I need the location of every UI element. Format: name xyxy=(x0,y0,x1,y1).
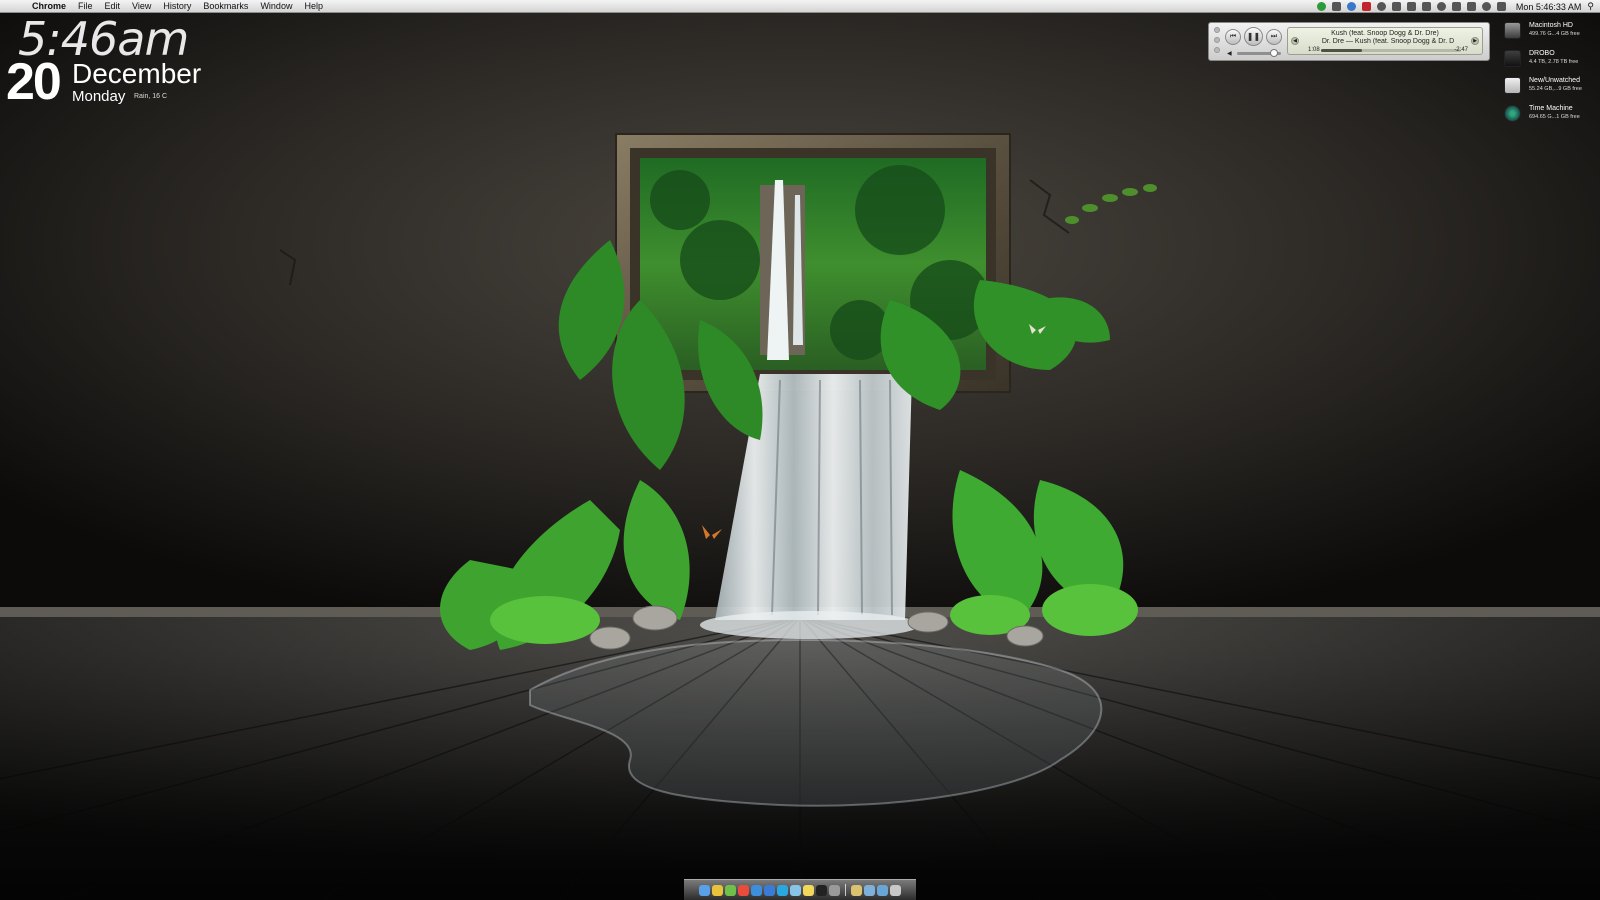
dock-separator xyxy=(845,884,846,896)
drive-info: 55.24 GB,...9 GB free xyxy=(1529,86,1582,92)
weather-text: Rain, 16 C xyxy=(134,93,168,100)
dock-documents-stack-icon[interactable] xyxy=(864,884,875,896)
next-track-button[interactable]: ⏭ xyxy=(1266,29,1282,45)
drive-name: DROBO xyxy=(1529,49,1555,57)
menu-file[interactable]: File xyxy=(72,0,99,13)
dropbox-icon[interactable] xyxy=(1346,2,1356,11)
external-drive-icon xyxy=(1504,77,1521,94)
track-title: Kush (feat. Snoop Dogg & Dr. Dre) xyxy=(1331,30,1439,37)
drive-drobo[interactable]: DROBO 4.4 TB, 2.78 TB free xyxy=(1502,48,1600,76)
display-mode-button[interactable]: ◀ xyxy=(1291,37,1299,45)
menu-edit[interactable]: Edit xyxy=(99,0,127,13)
gear-icon[interactable] xyxy=(1376,2,1386,11)
month-name: December xyxy=(72,58,202,89)
wifi-icon[interactable] xyxy=(1481,2,1491,11)
spotlight-search-icon[interactable]: ⚲ xyxy=(1587,1,1594,12)
bluetooth-icon[interactable] xyxy=(1451,2,1461,11)
drive-info: 694.65 G...1 GB free xyxy=(1529,113,1580,120)
person-icon[interactable] xyxy=(1406,2,1416,11)
dock-ical-icon[interactable] xyxy=(738,884,749,896)
genius-button[interactable]: ▶ xyxy=(1471,37,1479,45)
drive-time-machine[interactable]: Time Machine 694.65 G...1 GB free xyxy=(1502,103,1600,131)
volume-icon[interactable] xyxy=(1496,2,1506,11)
dock-safari-icon[interactable] xyxy=(751,884,762,896)
pause-button[interactable]: ❚❚ xyxy=(1244,27,1263,46)
dock-skype-icon[interactable] xyxy=(777,884,788,896)
display-icon[interactable] xyxy=(1421,2,1431,11)
zoom-window-button[interactable] xyxy=(1214,47,1220,53)
time-machine-icon[interactable] xyxy=(1436,2,1446,11)
day-number: 20 xyxy=(6,53,62,111)
dock-downloads-stack-icon[interactable] xyxy=(877,884,888,896)
menu-clock[interactable]: Mon 5:46:33 AM xyxy=(1516,2,1582,12)
dock-applications-stack-icon[interactable] xyxy=(851,884,862,896)
dock xyxy=(684,879,916,900)
track-artist: Dr. Dre — Kush (feat. Snoop Dogg & Dr. D xyxy=(1321,38,1455,45)
drobo-drive-icon xyxy=(1504,49,1521,67)
drive-name: New/Unwatched xyxy=(1529,77,1580,84)
cloud-icon[interactable] xyxy=(1391,2,1401,11)
previous-track-button[interactable]: ⏮ xyxy=(1225,29,1241,45)
itunes-mini-player: ⏮ ❚❚ ⏭ ◀ ◀ Kush (feat. Snoop Dogg & Dr. … xyxy=(1208,22,1490,61)
battery-icon[interactable] xyxy=(1466,2,1476,11)
dock-adium-icon[interactable] xyxy=(725,884,736,896)
drive-new-unwatched[interactable]: New/Unwatched 55.24 GB,...9 GB free xyxy=(1502,75,1600,103)
wifi-settings-icon[interactable] xyxy=(1331,2,1341,11)
green-circle-icon[interactable] xyxy=(1316,2,1326,11)
menu-help[interactable]: Help xyxy=(298,0,329,13)
desktop-drives: Macintosh HD 499.76 G...4 GB free DROBO … xyxy=(1502,20,1600,130)
menu-bookmarks[interactable]: Bookmarks xyxy=(197,0,254,13)
dock-finder-icon[interactable] xyxy=(699,884,710,896)
dock-terminal-icon[interactable] xyxy=(816,884,827,896)
dock-trash-icon[interactable] xyxy=(890,884,901,896)
close-window-button[interactable] xyxy=(1214,27,1220,33)
menu-window[interactable]: Window xyxy=(254,0,298,13)
red-app-icon[interactable] xyxy=(1361,2,1371,11)
menu-extras: Mon 5:46:33 AM ⚲ xyxy=(1316,0,1594,13)
elapsed-time: 1:08 xyxy=(1308,47,1320,53)
dock-chrome-icon[interactable] xyxy=(712,884,723,896)
hard-drive-icon xyxy=(1504,22,1521,39)
volume-knob[interactable] xyxy=(1270,49,1279,57)
minimize-window-button[interactable] xyxy=(1214,37,1220,43)
desktop-wallpaper xyxy=(0,0,1600,900)
dock-app-store-icon[interactable] xyxy=(790,884,801,896)
remaining-time: -2:47 xyxy=(1454,47,1468,53)
weekday-name: Monday xyxy=(72,88,126,105)
dock-itunes-icon[interactable] xyxy=(764,884,775,896)
drive-macintosh-hd[interactable]: Macintosh HD 499.76 G...4 GB free xyxy=(1502,20,1600,48)
menu-app-name[interactable]: Chrome xyxy=(28,0,72,13)
menu-view[interactable]: View xyxy=(126,0,157,13)
playback-progress-fill xyxy=(1321,49,1362,52)
dock-system-preferences-icon[interactable] xyxy=(829,884,840,896)
menu-history[interactable]: History xyxy=(157,0,197,13)
drive-name: Macintosh HD xyxy=(1529,22,1573,29)
drive-info: 499.76 G...4 GB free xyxy=(1529,31,1580,37)
drive-name: Time Machine xyxy=(1529,104,1573,112)
now-playing-display: ◀ Kush (feat. Snoop Dogg & Dr. Dre) Dr. … xyxy=(1287,27,1483,55)
menu-bar: Chrome File Edit View History Bookmarks … xyxy=(0,0,1600,13)
time-machine-drive-icon xyxy=(1504,104,1521,122)
dock-notes-icon[interactable] xyxy=(803,884,814,896)
volume-low-icon: ◀ xyxy=(1227,51,1232,57)
playback-progress-bar[interactable] xyxy=(1321,49,1461,52)
drive-info: 4.4 TB, 2.78 TB free xyxy=(1529,58,1579,65)
